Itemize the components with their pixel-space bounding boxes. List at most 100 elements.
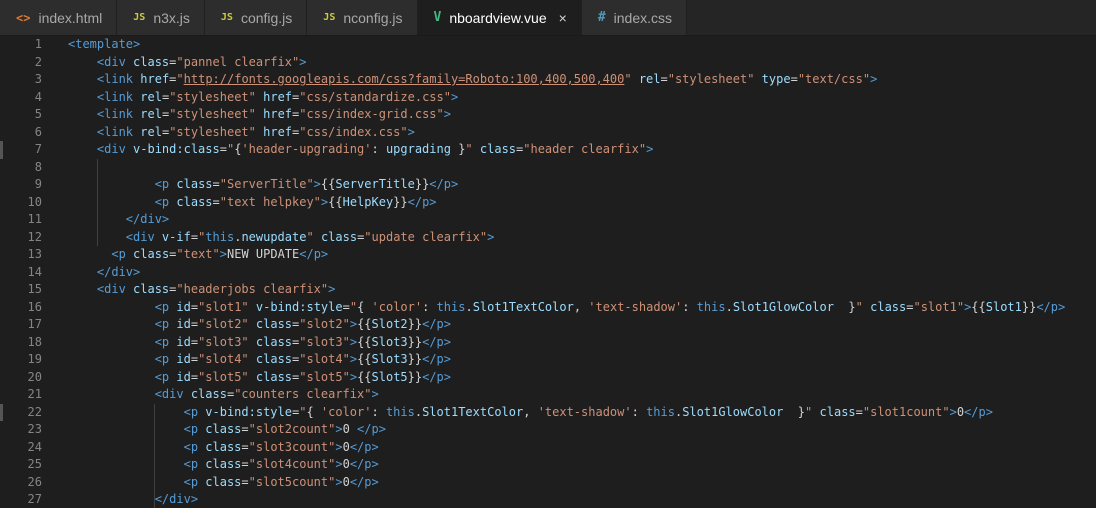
line-number: 2	[34, 54, 42, 69]
line-number: 10	[27, 194, 42, 209]
code-line[interactable]: 10 <p class="text helpkey">{{HelpKey}}</…	[0, 194, 1096, 212]
code-line[interactable]: 1 <template>	[0, 36, 1096, 54]
code-token: }}	[407, 369, 423, 384]
code-text: </div>	[68, 264, 140, 282]
code-token: >	[949, 404, 957, 419]
code-token: {{	[357, 352, 372, 366]
code-line[interactable]: 9 <p class="ServerTitle">{{ServerTitle}}…	[0, 176, 1096, 194]
code-line[interactable]: 26 <p class="slot5count">0</p>	[0, 474, 1096, 492]
code-line[interactable]: 7 <div v-bind:class="{'header-upgrading'…	[0, 141, 1096, 159]
code-line[interactable]: 2 <div class="pannel clearfix">	[0, 54, 1096, 72]
line-number: 7	[34, 142, 42, 156]
code-token: .	[725, 299, 733, 314]
tab-nconfig-js[interactable]: JS nconfig.js	[307, 0, 418, 35]
code-line[interactable]: 14 </div>	[0, 264, 1096, 282]
code-token: class	[133, 54, 170, 69]
code-line[interactable]: 17 <p id="slot2" class="slot2">{{Slot2}}…	[0, 316, 1096, 334]
code-token: <div	[125, 229, 162, 244]
code-token: "slot1"	[913, 299, 965, 314]
code-token: this	[436, 299, 466, 314]
code-line[interactable]: 4 <link rel="stylesheet" href="css/stand…	[0, 89, 1096, 107]
code-token: :	[422, 299, 437, 314]
code-token: class	[176, 194, 213, 209]
code-token: }}	[407, 352, 423, 366]
tab-nboardview-vue[interactable]: Vnboardview.vue ×	[417, 0, 582, 35]
line-number: 19	[27, 352, 42, 366]
code-line[interactable]: 20 <p id="slot5" class="slot5">{{Slot5}}…	[0, 369, 1096, 387]
code-editor[interactable]: 1 <template> 2 <div class="pannel clearfix…	[0, 36, 1096, 508]
tab-index-html[interactable]: <> index.html	[0, 0, 118, 35]
code-line[interactable]: 15 <div class="headerjobs clearfix">	[0, 281, 1096, 299]
tab-config-js[interactable]: JS config.js	[204, 0, 308, 35]
close-icon[interactable]: ×	[559, 10, 567, 26]
code-line[interactable]: 25 <p class="slot4count">0</p>	[0, 456, 1096, 474]
code-line[interactable]: 19 <p id="slot4" class="slot4">{{Slot3}}…	[0, 351, 1096, 369]
code-token: "stylesheet"	[169, 124, 256, 139]
code-line[interactable]: 12 <div v-if="this.newupdate" class="upd…	[0, 229, 1096, 247]
code-token: </p>	[349, 474, 379, 489]
code-line[interactable]: 6 <link rel="stylesheet" href="css/index…	[0, 124, 1096, 142]
js-file-icon: JS	[133, 12, 146, 23]
code-text: <p class="slot2count">0 </p>	[68, 421, 386, 439]
tab-n3x-js[interactable]: JS n3x.js	[117, 0, 205, 35]
code-token: "text"	[176, 247, 220, 261]
code-text: <p class="text helpkey">{{HelpKey}}</p>	[68, 194, 437, 212]
code-token: }}	[1021, 299, 1037, 314]
line-number: 1	[34, 37, 42, 51]
code-token: <p	[154, 317, 177, 331]
code-token: }}	[414, 177, 430, 191]
line-number: 15	[27, 282, 42, 296]
code-line[interactable]: 16 <p id="slot1" v-bind:style="{ 'color'…	[0, 299, 1096, 317]
line-number: 6	[34, 124, 42, 139]
code-token: =	[342, 299, 350, 314]
code-token: id	[176, 352, 191, 366]
code-line[interactable]: 13 <p class="text">NEW UPDATE</p>	[0, 246, 1096, 264]
code-line[interactable]: 8	[0, 159, 1096, 177]
code-token: Slot5	[371, 369, 408, 384]
code-token: >	[487, 229, 495, 244]
code-token: <p	[111, 247, 134, 261]
code-line[interactable]: 11 </div>	[0, 211, 1096, 229]
code-token: <div	[96, 282, 134, 296]
code-token: <p	[183, 457, 206, 471]
code-token: href	[263, 124, 293, 139]
code-token: "stylesheet"	[169, 107, 256, 121]
code-token: =	[190, 369, 199, 384]
code-token: id	[176, 299, 191, 314]
code-token: class	[205, 474, 242, 489]
code-token: </p>	[422, 334, 451, 349]
code-token: 'header-upgrading'	[241, 142, 372, 156]
code-token: {{	[357, 369, 372, 384]
code-line[interactable]: 27 </div>	[0, 491, 1096, 508]
code-text: <p id="slot3" class="slot3">{{Slot3}}</p…	[68, 334, 451, 352]
code-token: "	[855, 299, 863, 314]
code-line[interactable]: 23 <p class="slot2count">0 </p>	[0, 421, 1096, 439]
code-line[interactable]: 5 <link rel="stylesheet" href="css/index…	[0, 106, 1096, 124]
code-text: <link rel="stylesheet" href="css/index-g…	[68, 106, 451, 124]
code-token: "slot3"	[198, 334, 249, 349]
code-token: 'color'	[320, 404, 372, 419]
code-token: type	[761, 72, 791, 86]
tab-index-css[interactable]: # index.css	[581, 0, 687, 35]
code-token: >	[371, 387, 379, 401]
code-token: Slot2	[371, 317, 408, 331]
code-line[interactable]: 3 <link href = "http://fonts.googleapis.co…	[0, 71, 1096, 89]
code-line[interactable]: 22 <p v-bind:style="{ 'color': this.Slot…	[0, 404, 1096, 422]
code-token: ,	[573, 299, 589, 314]
code-token: class	[255, 317, 293, 331]
code-token: >	[299, 54, 307, 69]
code-line[interactable]: 18 <p id="slot3" class="slot3">{{Slot3}}…	[0, 334, 1096, 352]
code-line[interactable]: 24 <p class="slot3count">0</p>	[0, 439, 1096, 457]
code-line[interactable]: 21 <div class="counters clearfix">	[0, 386, 1096, 404]
code-text: <div v-if="this.newupdate" class="update…	[68, 229, 495, 247]
